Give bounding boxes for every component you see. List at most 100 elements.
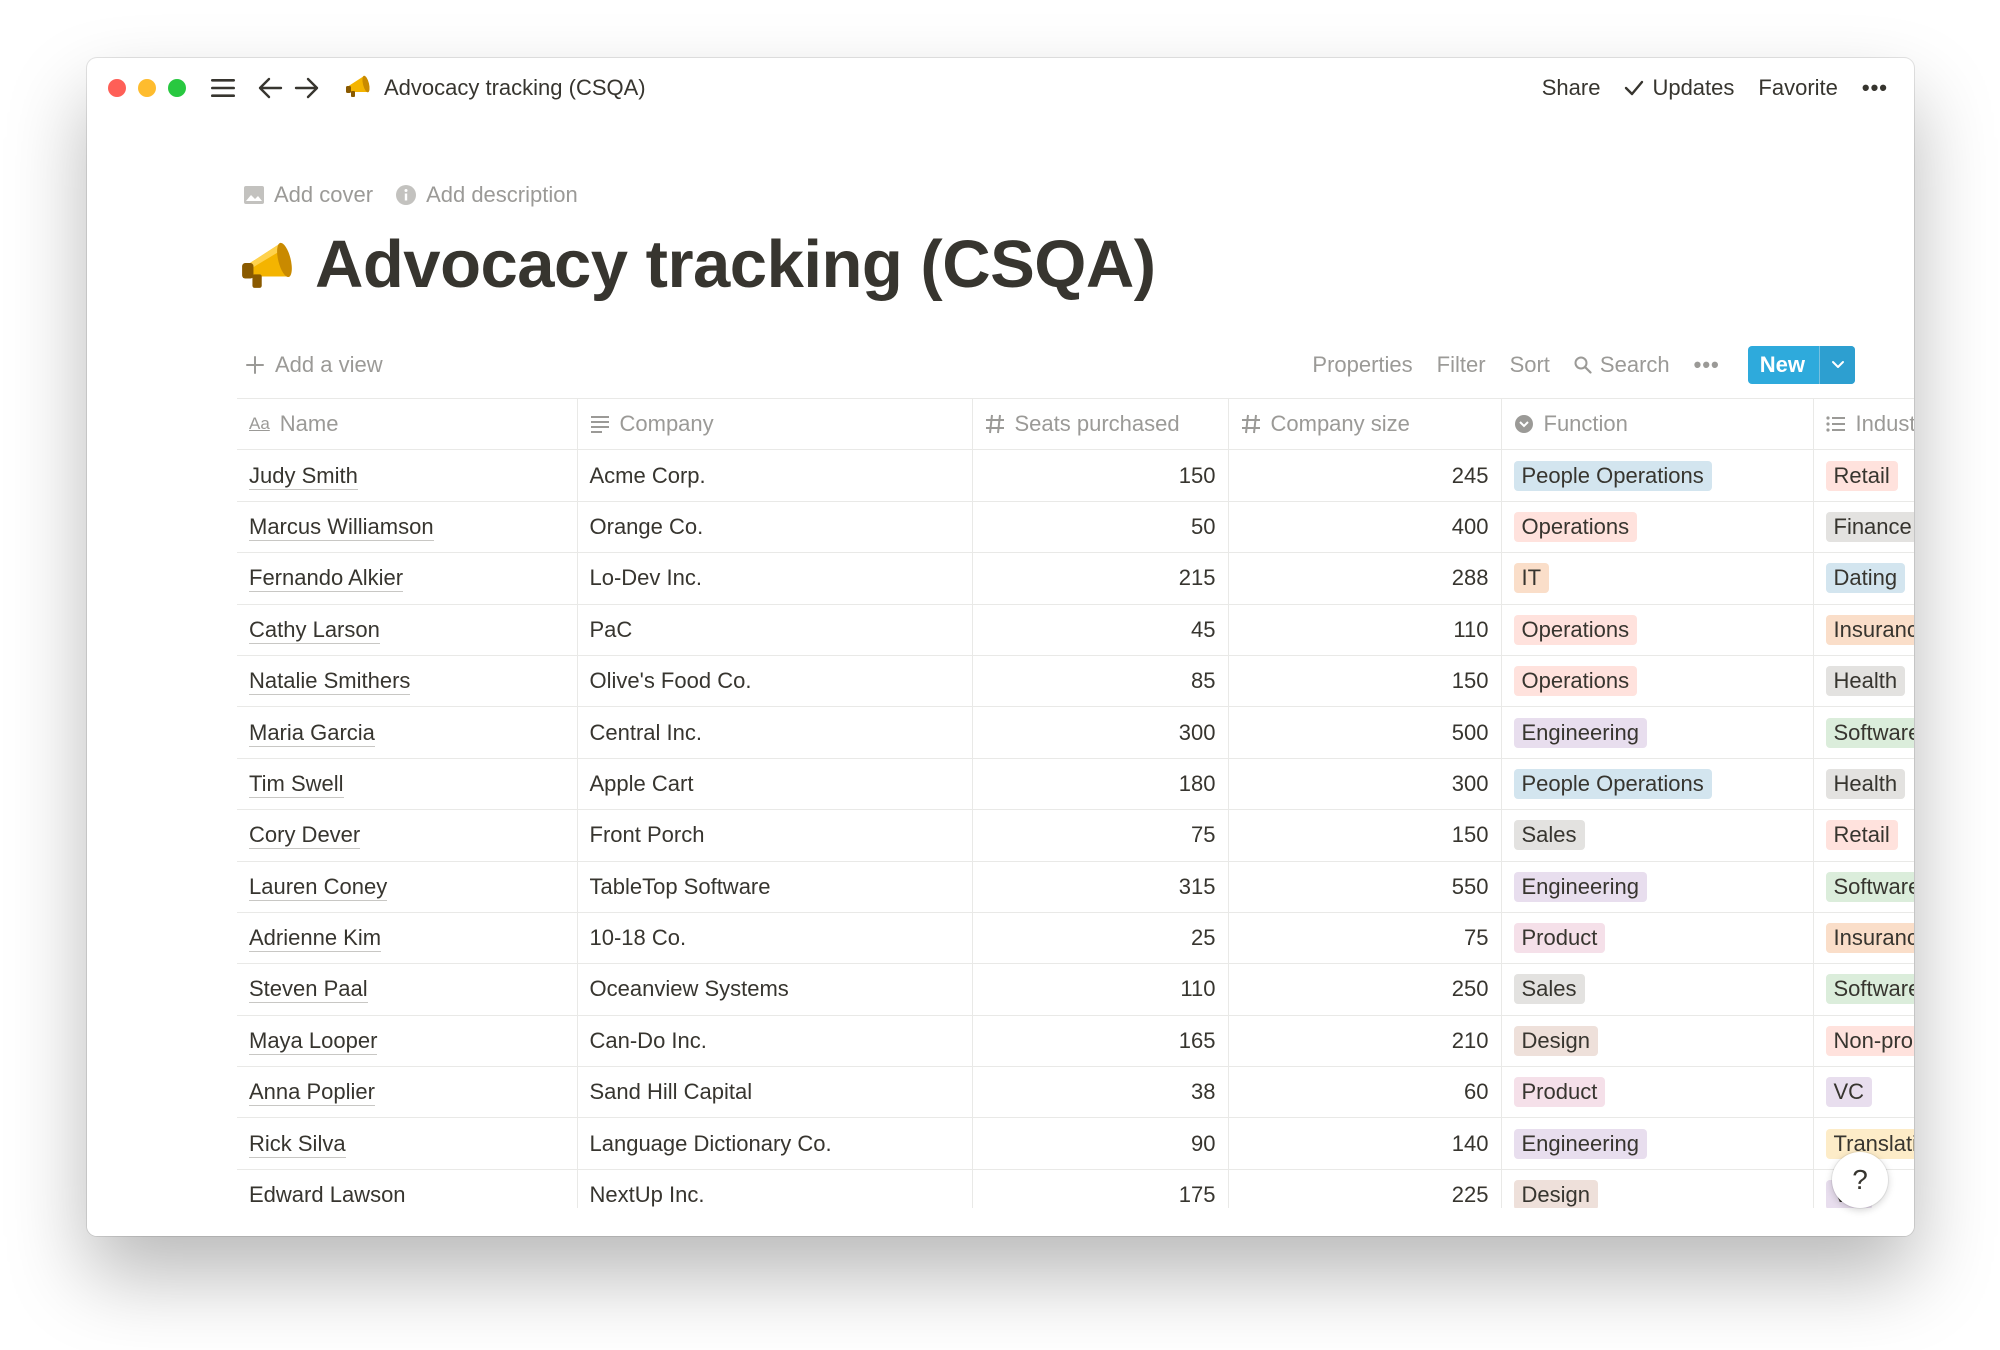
table-row[interactable]: Cathy Larson PaC 45 110 Operations Insuranc — [237, 604, 1914, 656]
table-row[interactable]: Judy Smith Acme Corp. 150 245 People Operati… — [237, 449, 1914, 502]
sidebar-toggle-icon[interactable] — [210, 77, 236, 99]
name-cell[interactable]: Steven Paal — [237, 963, 578, 1016]
name-cell[interactable]: Judy Smith — [237, 449, 578, 502]
column-header-industry[interactable]: Indust — [1813, 398, 1914, 451]
industry-cell[interactable]: Software — [1813, 861, 1914, 913]
company-size-cell[interactable]: 250 — [1228, 963, 1502, 1016]
company-cell[interactable]: Can-Do Inc. — [577, 1015, 973, 1068]
table-row[interactable]: Adrienne Kim 10-18 Co. 25 75 Product Insuranc — [237, 912, 1914, 965]
company-size-cell[interactable]: 110 — [1228, 604, 1502, 656]
table-row[interactable]: Fernando Alkier Lo-Dev Inc. 215 288 IT Dating — [237, 552, 1914, 605]
view-more-button[interactable]: ••• — [1694, 352, 1720, 378]
name-cell[interactable]: Anna Poplier — [237, 1066, 578, 1119]
function-cell[interactable]: Engineering — [1501, 706, 1814, 759]
industry-cell[interactable]: Retail — [1813, 449, 1914, 502]
industry-cell[interactable]: Software — [1813, 706, 1914, 759]
industry-cell[interactable]: Dating — [1813, 552, 1914, 605]
function-cell[interactable]: Design — [1501, 1015, 1814, 1068]
function-cell[interactable]: Operations — [1501, 604, 1814, 656]
function-cell[interactable]: Sales — [1501, 963, 1814, 1016]
column-header-function[interactable]: Function — [1501, 398, 1814, 451]
function-cell[interactable]: Operations — [1501, 501, 1814, 554]
search-button[interactable]: Search — [1574, 352, 1670, 378]
company-size-cell[interactable]: 210 — [1228, 1015, 1502, 1068]
seats-purchased-cell[interactable]: 45 — [972, 604, 1229, 656]
company-size-cell[interactable]: 150 — [1228, 809, 1502, 862]
name-cell[interactable]: Natalie Smithers — [237, 655, 578, 708]
name-cell[interactable]: Lauren Coney — [237, 861, 578, 913]
seats-purchased-cell[interactable]: 50 — [972, 501, 1229, 554]
name-cell[interactable]: Marcus Williamson — [237, 501, 578, 554]
name-cell[interactable]: Maria Garcia — [237, 706, 578, 759]
seats-purchased-cell[interactable]: 165 — [972, 1015, 1229, 1068]
industry-cell[interactable]: Health — [1813, 655, 1914, 708]
minimize-window-button[interactable] — [138, 79, 156, 97]
favorite-button[interactable]: Favorite — [1758, 75, 1837, 101]
table-row[interactable]: Rick Silva Language Dictionary Co. 90 140 En… — [237, 1117, 1914, 1170]
add-description-button[interactable]: Add description — [395, 182, 578, 208]
table-row[interactable]: Anna Poplier Sand Hill Capital 38 60 Product… — [237, 1066, 1914, 1119]
table-row[interactable]: Cory Dever Front Porch 75 150 Sales Retail — [237, 809, 1914, 862]
function-cell[interactable]: People Operations — [1501, 758, 1814, 811]
industry-cell[interactable]: Retail — [1813, 809, 1914, 862]
company-cell[interactable]: Front Porch — [577, 809, 973, 862]
company-size-cell[interactable]: 500 — [1228, 706, 1502, 759]
share-button[interactable]: Share — [1542, 75, 1601, 101]
company-cell[interactable]: Language Dictionary Co. — [577, 1117, 973, 1170]
close-window-button[interactable] — [108, 79, 126, 97]
company-cell[interactable]: Sand Hill Capital — [577, 1066, 973, 1119]
function-cell[interactable]: IT — [1501, 552, 1814, 605]
seats-purchased-cell[interactable]: 75 — [972, 809, 1229, 862]
new-button[interactable]: New — [1748, 346, 1819, 384]
company-cell[interactable]: Orange Co. — [577, 501, 973, 554]
column-header-company-size[interactable]: Company size — [1228, 398, 1502, 451]
industry-cell[interactable]: Software — [1813, 963, 1914, 1016]
function-cell[interactable]: Engineering — [1501, 1117, 1814, 1170]
industry-cell[interactable]: Finance — [1813, 501, 1914, 554]
sort-button[interactable]: Sort — [1510, 352, 1550, 378]
seats-purchased-cell[interactable]: 25 — [972, 912, 1229, 965]
seats-purchased-cell[interactable]: 150 — [972, 449, 1229, 502]
function-cell[interactable]: Product — [1501, 1066, 1814, 1119]
table-row[interactable]: Maya Looper Can-Do Inc. 165 210 Design Non-pr… — [237, 1015, 1914, 1068]
company-size-cell[interactable]: 400 — [1228, 501, 1502, 554]
company-size-cell[interactable]: 288 — [1228, 552, 1502, 605]
name-cell[interactable]: Rick Silva — [237, 1117, 578, 1170]
company-cell[interactable]: Olive's Food Co. — [577, 655, 973, 708]
seats-purchased-cell[interactable]: 90 — [972, 1117, 1229, 1170]
name-cell[interactable]: Tim Swell — [237, 758, 578, 811]
company-cell[interactable]: Oceanview Systems — [577, 963, 973, 1016]
add-view-button[interactable]: Add a view — [245, 352, 383, 378]
seats-purchased-cell[interactable]: 300 — [972, 706, 1229, 759]
help-button[interactable]: ? — [1832, 1152, 1888, 1208]
function-cell[interactable]: Product — [1501, 912, 1814, 965]
seats-purchased-cell[interactable]: 315 — [972, 861, 1229, 913]
company-cell[interactable]: Central Inc. — [577, 706, 973, 759]
company-cell[interactable]: Lo-Dev Inc. — [577, 552, 973, 605]
company-size-cell[interactable]: 75 — [1228, 912, 1502, 965]
company-cell[interactable]: TableTop Software — [577, 861, 973, 913]
seats-purchased-cell[interactable]: 180 — [972, 758, 1229, 811]
company-cell[interactable]: Acme Corp. — [577, 449, 973, 502]
breadcrumb[interactable]: Advocacy tracking (CSQA) — [344, 72, 646, 104]
name-cell[interactable]: Adrienne Kim — [237, 912, 578, 965]
column-header-company[interactable]: Company — [577, 398, 973, 451]
company-size-cell[interactable]: 300 — [1228, 758, 1502, 811]
company-size-cell[interactable]: 140 — [1228, 1117, 1502, 1170]
add-cover-button[interactable]: Add cover — [243, 182, 373, 208]
table-row[interactable]: Maria Garcia Central Inc. 300 500 Engineerin… — [237, 706, 1914, 759]
updates-button[interactable]: Updates — [1624, 75, 1734, 101]
table-row[interactable]: Steven Paal Oceanview Systems 110 250 Sales S… — [237, 963, 1914, 1016]
page-title[interactable]: Advocacy tracking (CSQA) — [315, 226, 1156, 303]
company-size-cell[interactable]: 550 — [1228, 861, 1502, 913]
industry-cell[interactable]: Health — [1813, 758, 1914, 811]
seats-purchased-cell[interactable]: 110 — [972, 963, 1229, 1016]
function-cell[interactable]: Engineering — [1501, 861, 1814, 913]
table-row[interactable]: Lauren Coney TableTop Software 315 550 Engin… — [237, 861, 1914, 913]
table-row[interactable]: Tim Swell Apple Cart 180 300 People Operatio… — [237, 758, 1914, 811]
company-cell[interactable]: Apple Cart — [577, 758, 973, 811]
new-dropdown-button[interactable] — [1819, 346, 1855, 384]
column-header-name[interactable]: Aa Name — [237, 398, 578, 451]
more-options-button[interactable]: ••• — [1862, 75, 1888, 101]
seats-purchased-cell[interactable]: 215 — [972, 552, 1229, 605]
